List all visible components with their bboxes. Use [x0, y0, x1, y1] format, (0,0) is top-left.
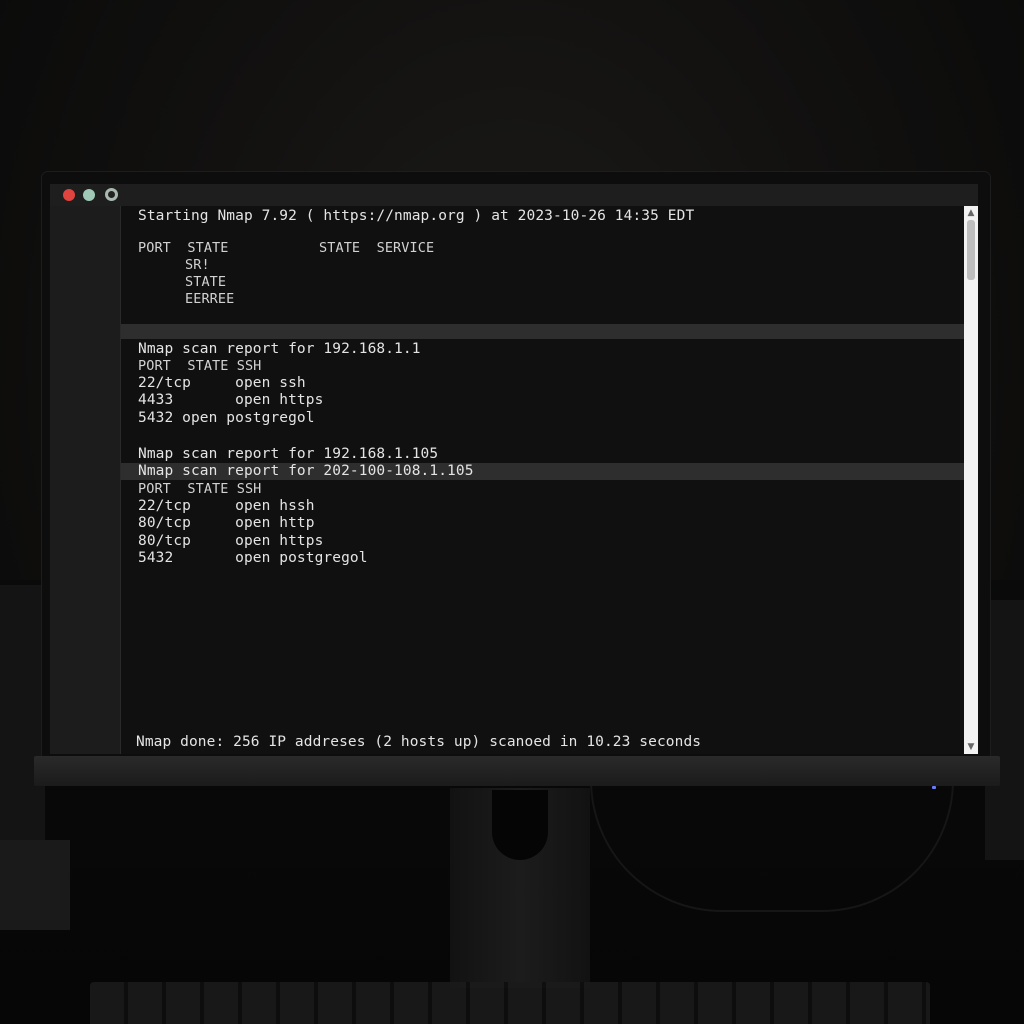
- selection-band: [121, 324, 964, 339]
- zoom-light-icon[interactable]: [105, 188, 118, 201]
- scan2-columns: PORT STATE SSH: [138, 481, 262, 497]
- monitor-chin: [34, 756, 1000, 786]
- nmap-done-line: Nmap done: 256 IP addreses (2 hosts up) …: [136, 734, 702, 750]
- scroll-thumb[interactable]: [967, 220, 975, 280]
- scan1-title: Nmap scan report for 192.168.1.1: [138, 341, 421, 357]
- header-sub-line: STATE: [185, 274, 227, 290]
- monitor-stand-cutout: [492, 790, 548, 860]
- close-light-icon[interactable]: [63, 189, 75, 201]
- power-led: [932, 786, 936, 789]
- scan2-row: 80/tcp open https: [138, 533, 324, 549]
- header-sub-line: EERREE: [185, 291, 235, 307]
- header-columns: PORT STATE STATE SERVICE: [138, 240, 435, 256]
- terminal-sidebar: [50, 206, 121, 754]
- terminal-window: Starting Nmap 7.92 ( https://nmap.org ) …: [50, 184, 978, 754]
- keyboard: [90, 982, 930, 1024]
- background-box: [0, 840, 70, 930]
- vertical-scrollbar[interactable]: ▲ ▼: [964, 206, 978, 754]
- scan2-row: 22/tcp open hssh: [138, 498, 315, 514]
- background-object-right: [985, 600, 1024, 860]
- scan1-row: 22/tcp open ssh: [138, 375, 306, 391]
- scan2-row: 5432 open postgregol: [138, 550, 368, 566]
- scan2-row: 80/tcp open http: [138, 515, 315, 531]
- header-sub-line: SR!: [185, 257, 210, 273]
- scan1-row: 5432 open postgregol: [138, 410, 315, 426]
- scan1-row: 4433 open https: [138, 392, 324, 408]
- scan2-title-highlighted: Nmap scan report for 202-100-108.1.105: [138, 463, 474, 479]
- nmap-start-line: Starting Nmap 7.92 ( https://nmap.org ) …: [138, 208, 695, 224]
- scan1-columns: PORT STATE SSH: [138, 358, 262, 374]
- photo-scene: Starting Nmap 7.92 ( https://nmap.org ) …: [0, 0, 1024, 1024]
- window-titlebar[interactable]: [50, 184, 978, 206]
- scroll-up-arrow-icon[interactable]: ▲: [966, 208, 976, 218]
- scan2-title: Nmap scan report for 192.168.1.105: [138, 446, 439, 462]
- scroll-down-arrow-icon[interactable]: ▼: [966, 742, 976, 752]
- minimize-light-icon[interactable]: [83, 189, 95, 201]
- terminal-output[interactable]: Starting Nmap 7.92 ( https://nmap.org ) …: [121, 206, 964, 754]
